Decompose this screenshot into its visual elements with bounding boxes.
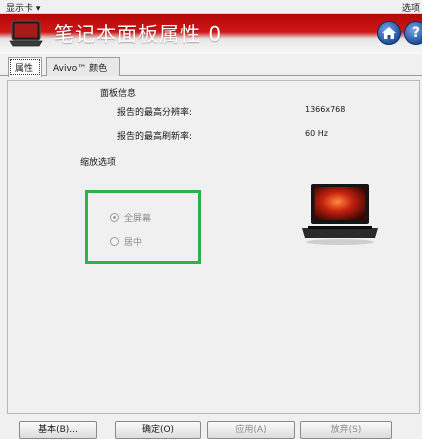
options-menu[interactable]: 选项 bbox=[402, 1, 420, 14]
panel-info-legend: 面板信息 bbox=[98, 86, 139, 99]
max-refresh-label: 报告的最高刷新率: bbox=[117, 132, 193, 142]
max-refresh-value: 60 Hz bbox=[305, 129, 328, 138]
max-resolution-value: 1366x768 bbox=[305, 105, 346, 114]
highlight-box bbox=[85, 190, 201, 264]
display-card-menu[interactable]: 显示卡 ▾ bbox=[6, 1, 40, 14]
top-menu-bar: 显示卡 ▾ 选项 bbox=[0, 0, 422, 14]
tab-properties[interactable]: 属性 bbox=[8, 57, 42, 77]
tab-strip: 属性 Avivo™ 颜色 bbox=[0, 54, 422, 77]
radio-fullscreen[interactable]: 全屏幕 bbox=[110, 211, 151, 224]
laptop-image bbox=[302, 184, 378, 245]
discard-button[interactable]: 放弃(S) bbox=[300, 421, 392, 439]
home-icon[interactable] bbox=[377, 21, 401, 45]
panel-info-group: 面板信息 报告的最高分辨率: 1366x768 报告的最高刷新率: 60 Hz bbox=[92, 86, 404, 151]
radio-fullscreen-label: 全屏幕 bbox=[124, 214, 152, 224]
tab-avivo-color[interactable]: Avivo™ 颜色 bbox=[46, 57, 120, 76]
radio-centered[interactable]: 居中 bbox=[110, 235, 142, 248]
basic-button[interactable]: 基本(B)... bbox=[19, 421, 97, 439]
header-banner: 笔记本面板属性 0 ? bbox=[0, 14, 422, 54]
help-icon[interactable]: ? bbox=[404, 21, 422, 45]
properties-panel: 面板信息 报告的最高分辨率: 1366x768 报告的最高刷新率: 60 Hz … bbox=[7, 80, 420, 414]
page-title: 笔记本面板属性 0 bbox=[54, 22, 223, 46]
radio-button[interactable] bbox=[110, 213, 119, 222]
scaling-options-legend: 缩放选项 bbox=[78, 155, 119, 168]
max-resolution-label: 报告的最高分辨率: bbox=[117, 108, 193, 118]
ok-button[interactable]: 确定(O) bbox=[115, 421, 201, 439]
laptop-panel-icon bbox=[9, 20, 43, 47]
apply-button[interactable]: 应用(A) bbox=[207, 421, 295, 439]
radio-centered-label: 居中 bbox=[124, 238, 143, 248]
radio-button[interactable] bbox=[110, 237, 119, 246]
